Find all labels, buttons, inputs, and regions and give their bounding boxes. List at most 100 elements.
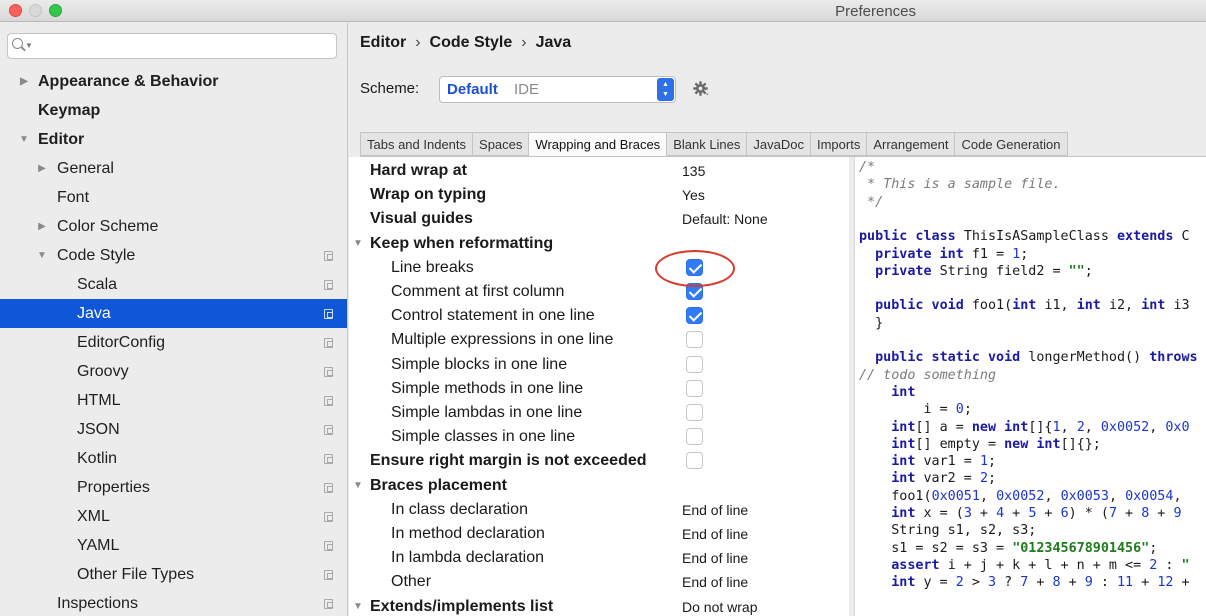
checkbox-checked[interactable] [686,307,703,325]
sidebar-item-other-file-types[interactable]: Other File Types [0,560,347,589]
option-simple-blocks-in-one-line[interactable]: Simple blocks in one line [349,353,849,377]
expanded-arrow-icon[interactable]: ▼ [353,595,363,616]
collapsed-arrow-icon[interactable]: ▶ [18,67,30,96]
option-simple-methods-in-one-line[interactable]: Simple methods in one line [349,377,849,401]
option-value[interactable]: End of line [682,522,748,546]
sidebar-item-keymap[interactable]: Keymap [0,96,347,125]
tab-blank-lines[interactable]: Blank Lines [667,132,748,156]
tab-javadoc[interactable]: JavaDoc [747,132,811,156]
option-control-statement-in-one-line[interactable]: Control statement in one line [349,304,849,328]
sidebar-item-inspections[interactable]: Inspections [0,589,347,616]
code-token: assert [891,557,948,573]
project-scheme-icon [324,309,333,319]
option-simple-lambdas-in-one-line[interactable]: Simple lambdas in one line [349,401,849,425]
sidebar-item-editor[interactable]: ▼ Editor [0,125,347,154]
sidebar-item-label: Keymap [38,102,101,119]
sidebar-item-properties[interactable]: Properties [0,473,347,502]
checkbox-unchecked[interactable] [686,331,703,349]
scheme-name: Default [447,81,498,98]
option-in-lambda-declaration[interactable]: In lambda declaration End of line [349,546,849,570]
sidebar-item-label: Other File Types [77,566,195,583]
tab-imports[interactable]: Imports [810,132,868,156]
option-value[interactable]: End of line [682,570,748,594]
code-token: []{ [1028,419,1053,435]
option-braces-placement[interactable]: ▼ Braces placement [349,474,849,498]
checkbox-unchecked[interactable] [686,379,703,397]
option-label: Simple classes in one line [391,428,576,446]
sidebar-item-editorconfig[interactable]: EditorConfig [0,328,347,357]
option-multiple-expressions-in-one-line[interactable]: Multiple expressions in one line [349,328,849,352]
scheme-select[interactable]: Default IDE ▲ ▼ [439,76,676,103]
sidebar-item-kotlin[interactable]: Kotlin [0,444,347,473]
expanded-arrow-icon[interactable]: ▼ [353,474,363,498]
collapsed-arrow-icon[interactable]: ▶ [36,212,48,241]
option-wrap-on-typing[interactable]: Wrap on typing Yes [349,183,849,207]
sidebar-item-color-scheme[interactable]: ▶ Color Scheme [0,212,347,241]
settings-search-input[interactable]: ▼ [7,33,337,59]
option-label: In method declaration [391,525,545,542]
sidebar-item-yaml[interactable]: YAML [0,531,347,560]
sidebar-item-label: Appearance & Behavior [38,73,219,90]
sidebar-item-scala[interactable]: Scala [0,270,347,299]
option-value[interactable]: End of line [682,546,748,570]
checkbox-unchecked[interactable] [686,428,703,446]
checkbox-unchecked[interactable] [686,452,703,470]
option-in-method-declaration[interactable]: In method declaration End of line [349,522,849,546]
sidebar-item-label: Code Style [57,247,136,264]
sidebar-item-code-style[interactable]: ▼ Code Style [0,241,347,270]
code-token: x = ( [923,506,964,521]
code-token: int [891,454,924,470]
sidebar-item-font[interactable]: Font [0,183,347,212]
option-comment-at-first-column[interactable]: Comment at first column [349,280,849,304]
code-token: var1 = [923,454,980,470]
code-token: 12 [1157,575,1174,591]
code-token: ; [1020,246,1029,262]
scheme-label: Scheme: [360,80,420,97]
option-value[interactable]: End of line [682,498,748,522]
sidebar-item-xml[interactable]: XML [0,502,347,531]
option-extends-implements-list[interactable]: ▼ Extends/implements list Do not wrap [349,595,849,616]
sidebar-item-groovy[interactable]: Groovy [0,357,347,386]
expanded-arrow-icon[interactable]: ▼ [18,125,30,154]
code-token: : [1092,575,1117,591]
option-value[interactable]: Do not wrap [682,595,757,616]
sidebar-item-html[interactable]: HTML [0,386,347,415]
tab-arrangement[interactable]: Arrangement [867,132,956,156]
tab-wrapping-and-braces[interactable]: Wrapping and Braces [529,132,668,156]
option-keep-when-reformatting[interactable]: ▼ Keep when reformatting [349,232,849,256]
tab-code-generation[interactable]: Code Generation [955,132,1068,156]
expanded-arrow-icon[interactable]: ▼ [36,241,48,270]
option-value[interactable]: Default: None [682,207,768,231]
project-scheme-icon [324,454,333,464]
sidebar-item-label: Groovy [77,363,129,380]
tab-spaces[interactable]: Spaces [473,132,530,156]
option-ensure-right-margin-is-not-exceeded[interactable]: Ensure right margin is not exceeded [349,449,849,473]
option-line-breaks[interactable]: Line breaks [349,256,849,280]
option-value[interactable]: 135 [682,159,705,183]
sidebar-item-label: Java [77,305,111,322]
code-token: foo1( [891,488,932,504]
gear-icon[interactable] [692,80,709,97]
expanded-arrow-icon[interactable]: ▼ [353,232,363,256]
collapsed-arrow-icon[interactable]: ▶ [36,154,48,183]
code-line: public void foo1(int i1, int i2, int i3 [859,297,1189,314]
option-other[interactable]: Other End of line [349,570,849,594]
sidebar-item-json[interactable]: JSON [0,415,347,444]
option-visual-guides[interactable]: Visual guides Default: None [349,207,849,231]
option-value[interactable]: Yes [682,183,705,207]
project-scheme-icon [324,396,333,406]
sidebar-item-general[interactable]: ▶ General [0,154,347,183]
checkbox-unchecked[interactable] [686,355,703,373]
checkbox-unchecked[interactable] [686,404,703,421]
sidebar-item-java[interactable]: Java [0,299,347,328]
sidebar-item-appearance-behavior[interactable]: ▶ Appearance & Behavior [0,67,347,96]
code-token: private int [875,246,972,262]
code-token: []{}; [1060,436,1101,452]
code-token: , [1060,419,1077,435]
code-line: int var2 = 2; [859,470,996,487]
tab-tabs-and-indents[interactable]: Tabs and Indents [360,132,474,156]
option-in-class-declaration[interactable]: In class declaration End of line [349,498,849,522]
option-hard-wrap-at[interactable]: Hard wrap at 135 [349,159,849,183]
code-token: > [963,575,988,591]
option-simple-classes-in-one-line[interactable]: Simple classes in one line [349,425,849,449]
